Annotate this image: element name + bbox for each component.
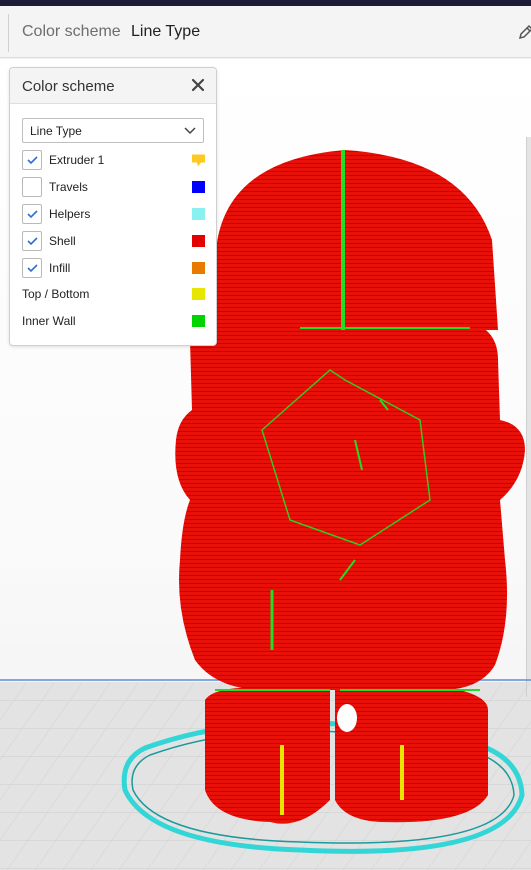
model-head [216, 150, 498, 330]
color-scheme-panel: Color scheme Line Type Extruder 1 Travel… [9, 67, 217, 346]
checkbox-shell[interactable] [22, 231, 42, 251]
check-icon [27, 237, 38, 246]
checkbox-extruder-1[interactable] [22, 150, 42, 170]
close-icon[interactable] [190, 77, 206, 93]
legend-label-inner-wall: Inner Wall [22, 314, 76, 328]
legend-row-extruder-1[interactable]: Extruder 1 [10, 150, 216, 172]
legend-label-top-bottom: Top / Bottom [22, 287, 90, 301]
top-bottom-color-swatch [192, 288, 205, 300]
model-right-foot [335, 684, 488, 823]
legend-label-travels: Travels [49, 180, 88, 194]
panel-header: Color scheme [10, 68, 216, 104]
header-bar: Color scheme Line Type [0, 6, 531, 58]
edit-pencil-icon[interactable] [518, 24, 531, 40]
color-scheme-header-value[interactable]: Line Type [131, 23, 200, 41]
check-icon [27, 264, 38, 273]
legend-label-helpers: Helpers [49, 207, 91, 221]
color-scheme-header-label: Color scheme [22, 23, 121, 40]
checkbox-travels[interactable] [22, 177, 42, 197]
legend-row-infill[interactable]: Infill [10, 258, 216, 280]
model-left-foot [205, 687, 330, 824]
legend-row-travels[interactable]: Travels [10, 177, 216, 199]
inner-wall-color-swatch [192, 315, 205, 327]
line-type-dropdown[interactable]: Line Type [22, 118, 204, 143]
infill-color-swatch [192, 262, 205, 274]
check-icon [27, 156, 38, 165]
dropdown-selected-value: Line Type [30, 124, 82, 138]
legend-row-shell[interactable]: Shell [10, 231, 216, 253]
check-icon [27, 210, 38, 219]
header-separator [8, 14, 9, 52]
model-leg-gap [337, 704, 357, 732]
legend-row-helpers[interactable]: Helpers [10, 204, 216, 226]
legend-row-inner-wall: Inner Wall [10, 311, 216, 333]
chevron-down-icon [184, 127, 196, 135]
shell-color-swatch [192, 235, 205, 247]
checkbox-infill[interactable] [22, 258, 42, 278]
legend-label-shell: Shell [49, 234, 76, 248]
panel-title: Color scheme [22, 78, 115, 95]
legend-label-infill: Infill [49, 261, 71, 275]
legend-row-top-bottom: Top / Bottom [10, 284, 216, 306]
helpers-color-swatch [192, 208, 205, 220]
travels-color-swatch [192, 181, 205, 193]
legend-label-extruder-1: Extruder 1 [49, 153, 105, 167]
model-body [175, 322, 526, 690]
checkbox-helpers[interactable] [22, 204, 42, 224]
extruder-color-swatch-icon [192, 154, 205, 167]
